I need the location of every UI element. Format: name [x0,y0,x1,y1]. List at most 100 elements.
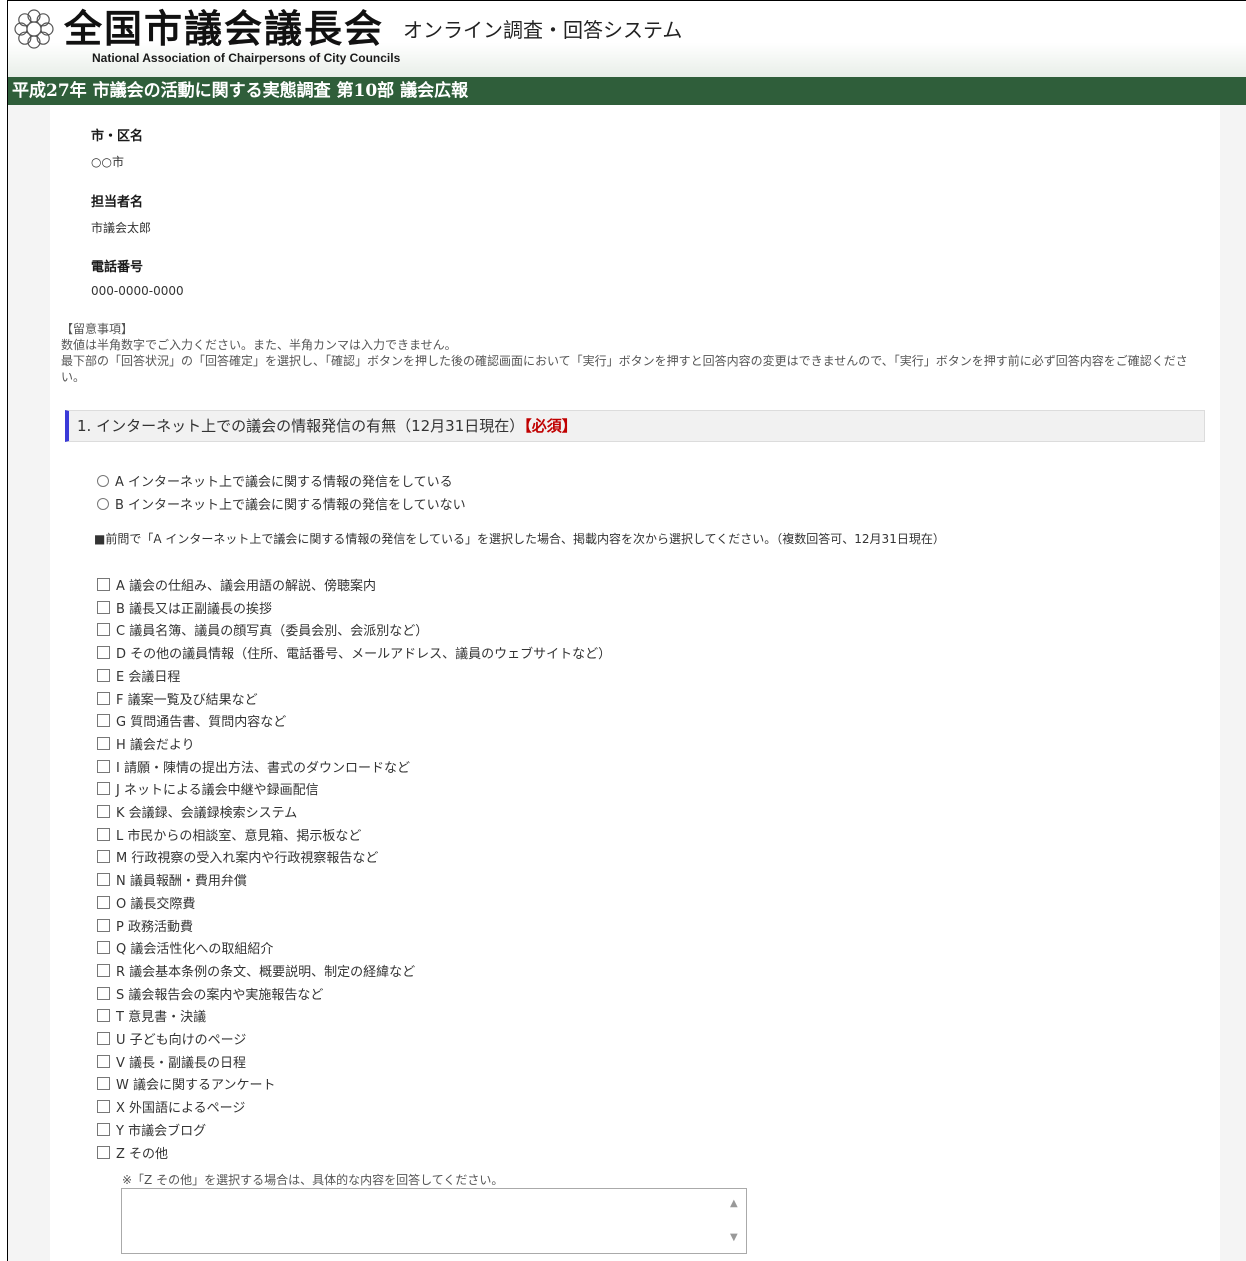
notes-heading: 【留意事項】 [61,322,134,336]
checkbox[interactable] [97,873,110,887]
checkbox-option[interactable]: E 会議日程 [97,666,180,685]
checkbox-label: U 子ども向けのページ [116,1033,247,1048]
question-1-heading: 1. インターネット上での議会の情報発信の有無（12月31日現在）【必須】 [65,410,1205,442]
checkbox[interactable] [97,1054,110,1068]
checkbox[interactable] [97,691,110,705]
checkbox-option[interactable]: N 議員報酬・費用弁償 [97,870,247,889]
phone-value: 000-0000-0000 [91,284,184,298]
checkbox-label: J ネットによる議会中継や録画配信 [116,783,319,799]
other-hint: ※「Z その他」を選択する場合は、具体的な内容を回答してください。 [122,1173,504,1187]
checkbox-label: W 議会に関するアンケート [116,1078,276,1094]
checkbox-option[interactable]: G 質問通告書、質問内容など [97,711,286,730]
checkbox-option[interactable]: A 議会の仕組み、議会用語の解説、傍聴案内 [97,575,376,594]
radio-option-label: A インターネット上で議会に関する情報の発信をしている [115,475,453,490]
right-margin [1220,105,1246,1261]
checkbox[interactable] [97,1100,110,1114]
checkbox-option[interactable]: M 行政視察の受入れ案内や行政視察報告など [97,847,378,866]
checkbox-label: C 議員名簿、議員の顔写真（委員会別、会派別など） [116,624,429,640]
checkbox[interactable] [97,805,110,818]
checkbox-option[interactable]: X 外国語によるページ [97,1097,245,1116]
checkbox-label: L 市民からの相談室、意見箱、掲示板など [116,828,362,844]
checkbox[interactable] [97,600,110,614]
checkbox[interactable] [97,1145,110,1159]
checkbox-label: A 議会の仕組み、議会用語の解説、傍聴案内 [116,579,377,594]
site-english-name: National Association of Chairpersons of … [92,51,401,65]
checkbox[interactable] [97,850,110,864]
checkbox-option[interactable]: B 議長又は正副議長の挨拶 [97,598,272,617]
checkbox[interactable] [97,759,110,773]
site-header: 全国市議会議長会 オンライン調査・回答システム National Associa… [8,1,1246,77]
checkbox-option[interactable]: T 意見書・決議 [97,1006,206,1025]
phone-label: 電話番号 [91,260,144,275]
scroll-down-icon[interactable]: ▼ [730,1233,740,1243]
checkbox-option[interactable]: Y 市議会ブログ [97,1120,206,1139]
required-badge: 【必須】 [524,417,577,435]
survey-title-bar: 平成27年 市議会の活動に関する実態調査 第10部 議会広報 [8,77,1246,105]
person-label: 担当者名 [91,195,144,210]
notes-line-2: 最下部の「回答状況」の「回答確定」を選択し、「確認」ボタンを押した後の確認画面に… [61,354,1188,384]
checkbox-option[interactable]: W 議会に関するアンケート [97,1074,275,1093]
checkbox-option[interactable]: H 議会だより [97,734,195,753]
person-value: 市議会太郎 [91,221,152,235]
checkbox-label: B 議長又は正副議長の挨拶 [116,601,273,617]
checkbox[interactable] [97,578,110,591]
checkbox[interactable] [97,714,110,728]
checkbox-option[interactable]: O 議長交際費 [97,893,195,912]
radio-option-a[interactable]: A インターネット上で議会に関する情報の発信をしている [97,471,453,490]
checkbox[interactable] [97,1077,110,1091]
left-margin [8,105,50,1261]
checkbox-label: S 議会報告会の案内や実施報告など [116,987,324,1003]
radio-option-b[interactable]: B インターネット上で議会に関する情報の発信をしていない [97,494,466,513]
checkbox-option[interactable]: D その他の議員情報（住所、電話番号、メールアドレス、議員のウェブサイトなど） [97,643,611,662]
radio-button[interactable] [97,474,109,487]
checkbox-option[interactable]: U 子ども向けのページ [97,1029,246,1048]
checkbox-option[interactable]: J ネットによる議会中継や録画配信 [97,779,319,798]
checkbox[interactable] [97,1122,110,1136]
checkbox-label: K 会議録、会議録検索システム [116,806,298,821]
site-subtitle: オンライン調査・回答システム [403,18,683,42]
checkbox-option[interactable]: Z その他 [97,1143,168,1162]
checkbox-label: G 質問通告書、質問内容など [116,715,287,731]
checkbox[interactable] [97,668,110,682]
question-1-title: 1. インターネット上での議会の情報発信の有無（12月31日現在） [77,417,525,435]
checkbox-option[interactable]: R 議会基本条例の条文、概要説明、制定の経緯など [97,961,415,980]
checkbox-label: D その他の議員情報（住所、電話番号、メールアドレス、議員のウェブサイトなど） [116,647,612,663]
checkbox-label: E 会議日程 [116,669,181,685]
checkbox-option[interactable]: K 会議録、会議録検索システム [97,802,297,821]
checkbox-option[interactable]: P 政務活動費 [97,916,193,935]
radio-button[interactable] [97,497,109,510]
checkbox-option[interactable]: C 議員名簿、議員の顔写真（委員会別、会派別など） [97,620,428,639]
checkbox[interactable] [97,986,110,1000]
checkbox-label: R 議会基本条例の条文、概要説明、制定の経緯など [116,964,416,980]
main-content: 市・区名 ○○市 担当者名 市議会太郎 電話番号 000-0000-0000 【… [50,105,1220,1261]
city-value: ○○市 [91,155,124,169]
other-textarea[interactable]: ▲ ▼ [121,1188,747,1254]
radio-option-label: B インターネット上で議会に関する情報の発信をしていない [115,498,466,513]
checkbox[interactable] [97,736,110,750]
checkbox-option[interactable]: Q 議会活性化への取組紹介 [97,938,273,957]
checkbox-label: M 行政視察の受入れ案内や行政視察報告など [116,851,379,867]
checkbox-label: I 請願・陳情の提出方法、書式のダウンロードなど [116,760,410,776]
checkbox[interactable] [97,1009,110,1023]
checkbox[interactable] [97,782,110,796]
notes-line-1: 数値は半角数字でご入力ください。また、半角カンマは入力できません。 [61,338,457,352]
checkbox-label: X 外国語によるページ [116,1101,246,1117]
checkbox-label: F 議案一覧及び結果など [116,692,258,708]
checkbox-option[interactable]: S 議会報告会の案内や実施報告など [97,984,323,1003]
site-title: 全国市議会議長会 [64,6,385,51]
checkbox[interactable] [97,646,110,660]
checkbox[interactable] [97,963,110,977]
scroll-up-icon[interactable]: ▲ [730,1199,740,1209]
checkbox-label: N 議員報酬・費用弁償 [116,874,247,890]
checkbox[interactable] [97,918,110,932]
checkbox[interactable] [97,623,110,637]
checkbox[interactable] [97,827,110,841]
checkbox-option[interactable]: I 請願・陳情の提出方法、書式のダウンロードなど [97,757,410,776]
notes-block: 【留意事項】 数値は半角数字でご入力ください。また、半角カンマは入力できません。… [61,321,1211,385]
checkbox-option[interactable]: F 議案一覧及び結果など [97,689,258,708]
checkbox[interactable] [97,941,110,955]
checkbox-option[interactable]: L 市民からの相談室、意見箱、掲示板など [97,825,361,844]
checkbox[interactable] [97,895,110,909]
checkbox[interactable] [97,1032,110,1045]
checkbox-option[interactable]: V 議長・副議長の日程 [97,1052,246,1071]
